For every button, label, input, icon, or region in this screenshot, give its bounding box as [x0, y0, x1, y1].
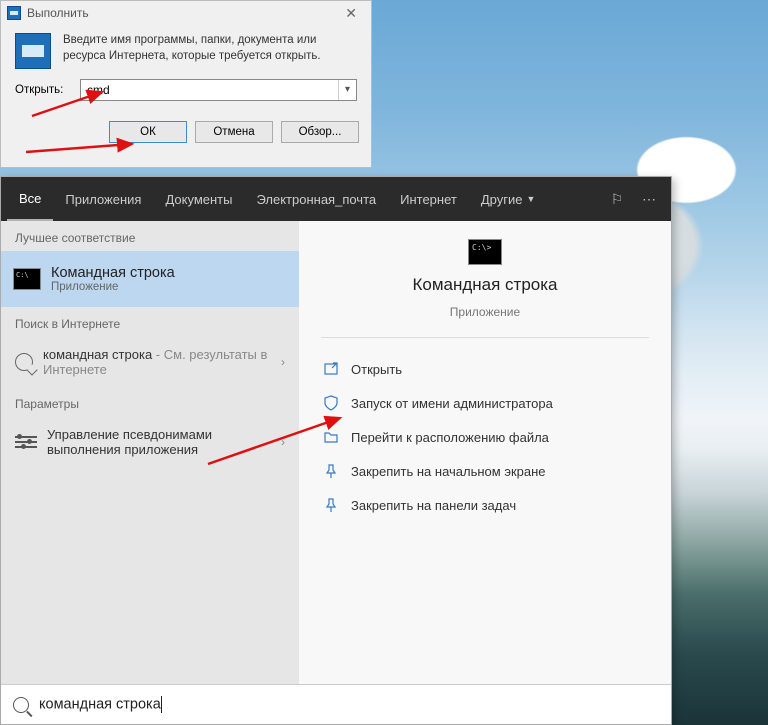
best-match-subtitle: Приложение: [51, 281, 175, 293]
cmd-icon: [13, 268, 41, 290]
search-bar[interactable]: командная строка: [1, 684, 671, 724]
search-input[interactable]: командная строка: [39, 696, 659, 713]
chevron-right-icon: ›: [281, 435, 285, 449]
search-window: Все Приложения Документы Электронная_поч…: [0, 176, 672, 725]
action-pin-taskbar[interactable]: Закрепить на панели задач: [319, 488, 651, 522]
run-dialog: Выполнить ✕ Введите имя программы, папки…: [0, 0, 372, 168]
section-web: Поиск в Интернете: [1, 307, 299, 337]
run-combobox[interactable]: ▾: [80, 79, 357, 101]
section-best-match: Лучшее соответствие: [1, 221, 299, 251]
best-match-title: Командная строка: [51, 265, 175, 281]
action-open[interactable]: Открыть: [319, 352, 651, 386]
sliders-icon: [15, 436, 37, 448]
search-icon: [15, 353, 33, 371]
shield-icon: [323, 395, 339, 411]
run-description: Введите имя программы, папки, документа …: [63, 33, 357, 69]
settings-item[interactable]: Управление псевдонимами выполнения прило…: [1, 417, 299, 467]
pin-icon: [323, 497, 339, 513]
section-parameters: Параметры: [1, 387, 299, 417]
tab-internet[interactable]: Интернет: [388, 177, 469, 221]
tab-documents[interactable]: Документы: [153, 177, 244, 221]
detail-subtitle: Приложение: [450, 305, 520, 319]
chevron-down-icon[interactable]: ▾: [338, 80, 356, 100]
chevron-right-icon: ›: [281, 355, 285, 369]
action-run-admin[interactable]: Запуск от имени администратора: [319, 386, 651, 420]
action-pin-start[interactable]: Закрепить на начальном экране: [319, 454, 651, 488]
tab-email[interactable]: Электронная_почта: [244, 177, 388, 221]
tab-apps[interactable]: Приложения: [53, 177, 153, 221]
run-title-text: Выполнить: [27, 6, 89, 20]
browse-button[interactable]: Обзор...: [281, 121, 359, 143]
open-label: Открыть:: [15, 84, 70, 96]
pin-icon: [323, 463, 339, 479]
run-titlebar[interactable]: Выполнить ✕: [1, 1, 371, 25]
web-search-text: командная строка - См. результаты в Инте…: [43, 347, 271, 377]
run-input[interactable]: [81, 83, 338, 97]
web-search-item[interactable]: командная строка - См. результаты в Инте…: [1, 337, 299, 387]
cmd-icon: [468, 239, 502, 265]
tab-all[interactable]: Все: [7, 177, 53, 221]
search-tabs: Все Приложения Документы Электронная_поч…: [1, 177, 671, 221]
feedback-icon[interactable]: ⚐: [601, 191, 633, 208]
detail-pane: Командная строка Приложение Открыть Запу…: [299, 221, 671, 684]
tab-more[interactable]: Другие▼: [469, 177, 548, 221]
folder-icon: [323, 429, 339, 445]
open-icon: [323, 361, 339, 377]
chevron-down-icon: ▼: [526, 194, 535, 204]
cancel-button[interactable]: Отмена: [195, 121, 273, 143]
run-icon: [7, 6, 21, 20]
more-icon[interactable]: ⋯: [633, 191, 665, 208]
run-logo-icon: [15, 33, 51, 69]
results-pane: Лучшее соответствие Командная строка При…: [1, 221, 299, 684]
close-icon[interactable]: ✕: [337, 5, 365, 22]
detail-title: Командная строка: [412, 275, 557, 295]
best-match-item[interactable]: Командная строка Приложение: [1, 251, 299, 307]
ok-button[interactable]: ОК: [109, 121, 187, 143]
action-file-location[interactable]: Перейти к расположению файла: [319, 420, 651, 454]
settings-item-label: Управление псевдонимами выполнения прило…: [47, 427, 271, 457]
search-icon: [13, 697, 29, 713]
